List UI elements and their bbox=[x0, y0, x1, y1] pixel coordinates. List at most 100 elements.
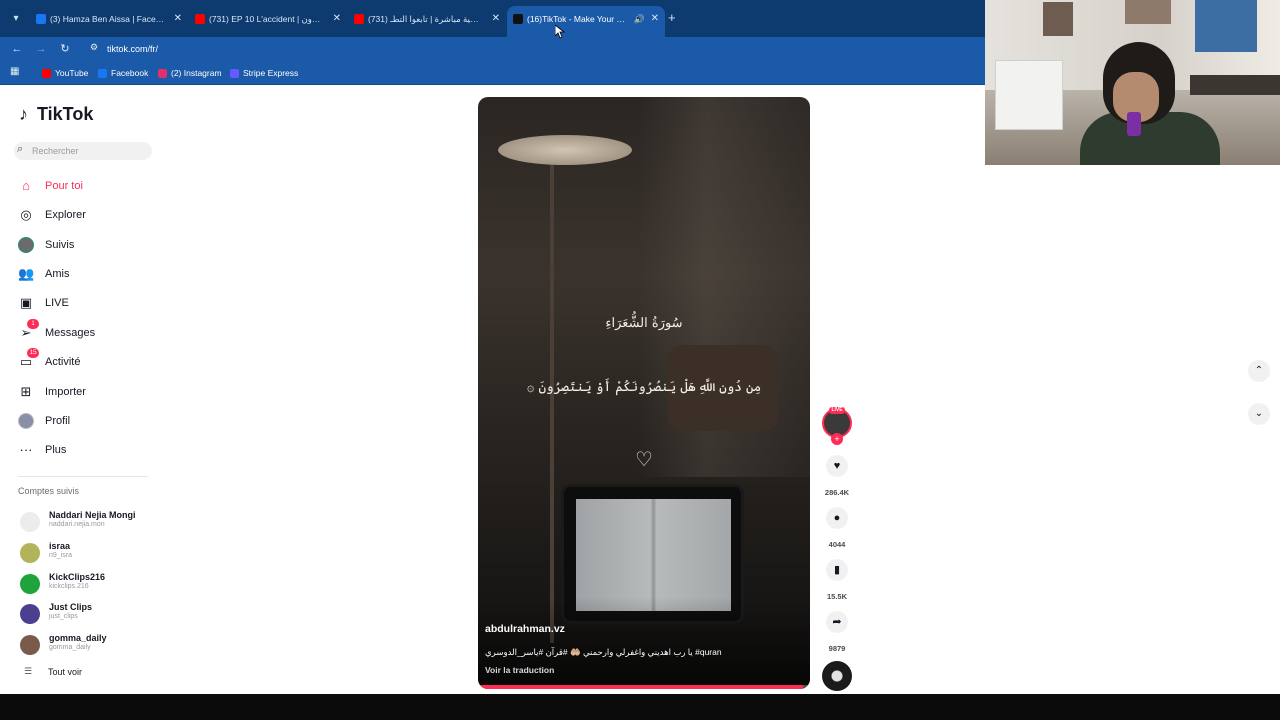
forward-icon[interactable]: → bbox=[32, 40, 50, 58]
nav-plus[interactable]: ··· Plus bbox=[18, 439, 158, 461]
nav-label: Pour toi bbox=[45, 180, 83, 192]
account-handle: gomma_daily bbox=[49, 644, 91, 651]
url-field[interactable]: ⚙ tiktok.com/fr/ bbox=[85, 39, 965, 59]
close-tab-icon[interactable]: ✕ bbox=[174, 6, 182, 32]
nav-label: Messages bbox=[45, 327, 96, 339]
back-icon[interactable]: ← bbox=[8, 40, 26, 58]
followed-account[interactable]: israa n9_isra bbox=[20, 541, 160, 567]
see-translation-link[interactable]: Voir la traduction bbox=[485, 665, 554, 675]
bookmark-instagram[interactable]: (2) Instagram bbox=[158, 61, 222, 85]
profile-icon bbox=[18, 413, 34, 429]
video-player[interactable]: سُورَةُ الشُّعَرَاءِ مِن دُونِ اللَّهِ ه… bbox=[478, 97, 810, 689]
live-badge: LIVE bbox=[829, 407, 845, 414]
avatar bbox=[20, 635, 40, 655]
see-all-label: Tout voir bbox=[48, 667, 83, 677]
account-handle: kickclips.216 bbox=[49, 583, 89, 590]
share-count: 9879 bbox=[828, 644, 846, 653]
bookmark-stripe[interactable]: Stripe Express bbox=[230, 61, 298, 85]
nav-label: Profil bbox=[45, 415, 71, 427]
search-icon: ⌕ bbox=[17, 143, 24, 155]
account-handle: n9_isra bbox=[49, 552, 72, 559]
tiktok-logo[interactable]: ♪ TikTok bbox=[19, 104, 93, 128]
avatar bbox=[20, 543, 40, 563]
bookmarks-bar: ▦ YouTube Facebook (2) Instagram Stripe … bbox=[0, 61, 985, 85]
site-info-icon[interactable]: ⚙ bbox=[90, 42, 98, 53]
like-count: 286.4K bbox=[824, 488, 850, 497]
comment-icon[interactable]: ● bbox=[826, 507, 848, 529]
tab-youtube-2[interactable]: (731) تغطية مباشرة | تابعوا التطـ ✕ bbox=[348, 6, 506, 32]
avatar bbox=[20, 512, 40, 532]
nav-pour-toi[interactable]: ⌂ Pour toi bbox=[18, 175, 158, 197]
tiktok-note-icon: ♪ bbox=[19, 104, 28, 124]
account-name: israa bbox=[49, 541, 71, 551]
video-progress-bar[interactable] bbox=[478, 685, 810, 689]
followed-account[interactable]: KickClips216 kickclips.216 bbox=[20, 572, 160, 598]
nav-amis[interactable]: 👥 Amis bbox=[18, 263, 158, 285]
list-icon: ☰ bbox=[24, 666, 33, 676]
url-text: tiktok.com/fr/ bbox=[107, 44, 159, 54]
music-disc-icon[interactable] bbox=[822, 661, 852, 691]
follow-plus-button[interactable]: + bbox=[831, 433, 843, 445]
like-heart-icon[interactable]: ♥ bbox=[826, 455, 848, 477]
nav-messages[interactable]: ➢ 1 Messages bbox=[18, 319, 158, 344]
logo-text: TikTok bbox=[37, 104, 94, 124]
video-author[interactable]: abdulrahman.vz bbox=[485, 623, 565, 635]
nav-live[interactable]: ▣ LIVE bbox=[18, 292, 158, 314]
close-tab-icon[interactable]: ✕ bbox=[492, 6, 500, 32]
nav-label: LIVE bbox=[45, 297, 69, 309]
see-all-button[interactable]: ☰ Tout voir bbox=[20, 666, 120, 682]
next-video-chevron-down-icon[interactable]: ⌄ bbox=[1248, 403, 1270, 425]
search-input[interactable]: ⌕ Rechercher bbox=[14, 142, 152, 160]
nav-label: Activité bbox=[45, 356, 81, 368]
video-lampshade bbox=[498, 135, 632, 165]
youtube-favicon-icon bbox=[195, 14, 205, 24]
activity-badge: 15 bbox=[27, 348, 39, 358]
home-icon: ⌂ bbox=[22, 178, 30, 193]
nav-label: Suivis bbox=[45, 239, 75, 251]
live-icon: ▣ bbox=[19, 295, 33, 310]
previous-video-chevron-up-icon[interactable]: ⌃ bbox=[1248, 360, 1270, 382]
facebook-favicon-icon bbox=[36, 14, 46, 24]
followed-account[interactable]: gomma_daily gomma_daily bbox=[20, 633, 160, 659]
tiktok-favicon-icon bbox=[513, 14, 523, 24]
nav-activite[interactable]: ▭ 15 Activité bbox=[18, 348, 158, 373]
video-actions: LIVE + ♥ 286.4K ● 4044 ▮ 15.5K ➦ 9879 bbox=[818, 405, 858, 695]
account-handle: just_clips bbox=[49, 613, 78, 620]
webcam-radiator bbox=[995, 60, 1063, 130]
nav-profil[interactable]: Profil bbox=[18, 410, 158, 432]
close-tab-icon[interactable]: ✕ bbox=[651, 6, 659, 32]
speaker-icon[interactable]: 🔊 bbox=[634, 6, 645, 32]
youtube-icon bbox=[42, 69, 51, 79]
new-tab-button[interactable]: + bbox=[668, 9, 682, 27]
avatar-icon bbox=[18, 237, 34, 253]
bookmark-youtube[interactable]: YouTube bbox=[42, 61, 88, 85]
apps-grid-icon[interactable]: ▦ bbox=[10, 66, 19, 77]
close-tab-icon[interactable]: ✕ bbox=[333, 6, 341, 32]
comment-count: 4044 bbox=[828, 540, 846, 549]
tab-youtube-1[interactable]: (731) EP 10 L'accident | سيدون ✕ bbox=[189, 6, 347, 32]
nav-label: Importer bbox=[45, 386, 86, 398]
video-surah-title: سُورَةُ الشُّعَرَاءِ bbox=[605, 316, 683, 331]
bookmark-facebook[interactable]: Facebook bbox=[98, 61, 148, 85]
account-name: Just Clips bbox=[49, 602, 93, 612]
reload-icon[interactable]: ↻ bbox=[56, 40, 74, 58]
share-arrow-icon[interactable]: ➦ bbox=[826, 611, 848, 633]
tab-tiktok[interactable]: (16)TikTok - Make Your Day 🔊 ✕ bbox=[507, 6, 665, 37]
account-handle: naddari.nejia.mon bbox=[49, 521, 105, 528]
webcam-shelf bbox=[1190, 75, 1280, 95]
followed-account[interactable]: Naddari Nejia Mongi naddari.nejia.mon bbox=[20, 510, 160, 536]
search-placeholder: Rechercher bbox=[32, 146, 79, 156]
tab-search-icon[interactable]: ▾ bbox=[6, 9, 26, 29]
tab-title: (16)TikTok - Make Your Day bbox=[527, 14, 627, 24]
followed-account[interactable]: Just Clips just_clips bbox=[20, 602, 160, 628]
tab-facebook[interactable]: (3) Hamza Ben Aissa | Facebook ✕ bbox=[30, 6, 188, 32]
bookmark-label: (2) Instagram bbox=[171, 68, 222, 78]
nav-importer[interactable]: ⊞ Importer bbox=[18, 381, 158, 403]
nav-explorer[interactable]: ◎ Explorer bbox=[18, 204, 158, 226]
webcam-microphone bbox=[1127, 112, 1141, 136]
bookmark-icon[interactable]: ▮ bbox=[826, 559, 848, 581]
nav-suivis[interactable]: Suivis bbox=[18, 234, 158, 256]
mouse-cursor-icon bbox=[555, 25, 565, 39]
video-description: يا رب اهديني واغفرلي وارحمني 🤲🏼 #قرآن #ي… bbox=[485, 647, 722, 657]
video-verse-text: مِن دُونِ اللَّهِ هَلْ يَنصُرُونَكُمْ أَ… bbox=[526, 380, 762, 395]
